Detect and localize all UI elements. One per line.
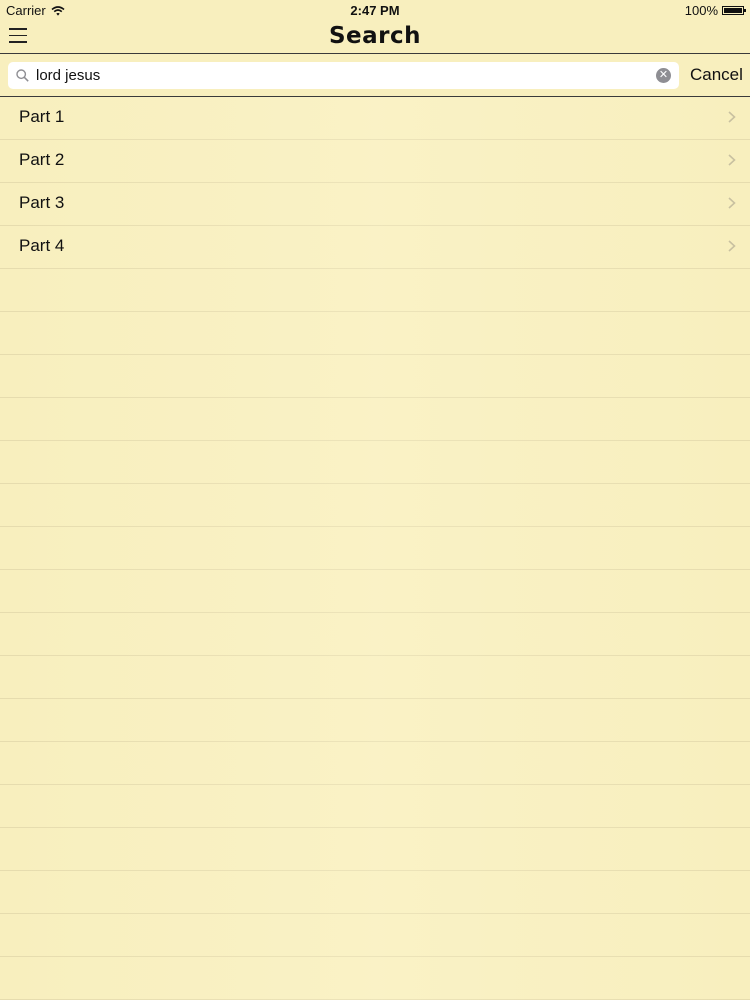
list-item[interactable]: Part 3 [0, 183, 750, 226]
search-field[interactable]: ✕ [8, 62, 679, 89]
search-icon [16, 69, 29, 82]
status-bar: Carrier 2:47 PM 100% [0, 0, 750, 20]
status-time: 2:47 PM [350, 3, 400, 18]
chevron-right-icon [728, 111, 736, 123]
clear-search-icon[interactable]: ✕ [656, 68, 671, 83]
battery-percent: 100% [684, 3, 718, 18]
navigation-bar: Search [0, 20, 750, 54]
chevron-right-icon [728, 197, 736, 209]
page-title: Search [328, 23, 422, 49]
list-item-label: Part 4 [19, 236, 65, 255]
battery-icon [722, 6, 746, 15]
list-item[interactable]: Part 1 [0, 97, 750, 140]
chevron-right-icon [728, 154, 736, 166]
list-item-label: Part 1 [19, 107, 65, 126]
search-input[interactable] [36, 65, 636, 86]
list-item-label: Part 3 [19, 193, 65, 212]
chevron-right-icon [728, 240, 736, 252]
cancel-button[interactable]: Cancel [690, 65, 743, 85]
battery-group: 100% [684, 3, 746, 18]
list-item[interactable]: Part 4 [0, 226, 750, 269]
results-list: Part 1 Part 2 Part 3 Part 4 [0, 97, 750, 1000]
search-bar: ✕ Cancel [0, 55, 750, 97]
list-item-label: Part 2 [19, 150, 65, 169]
list-item[interactable]: Part 2 [0, 140, 750, 183]
